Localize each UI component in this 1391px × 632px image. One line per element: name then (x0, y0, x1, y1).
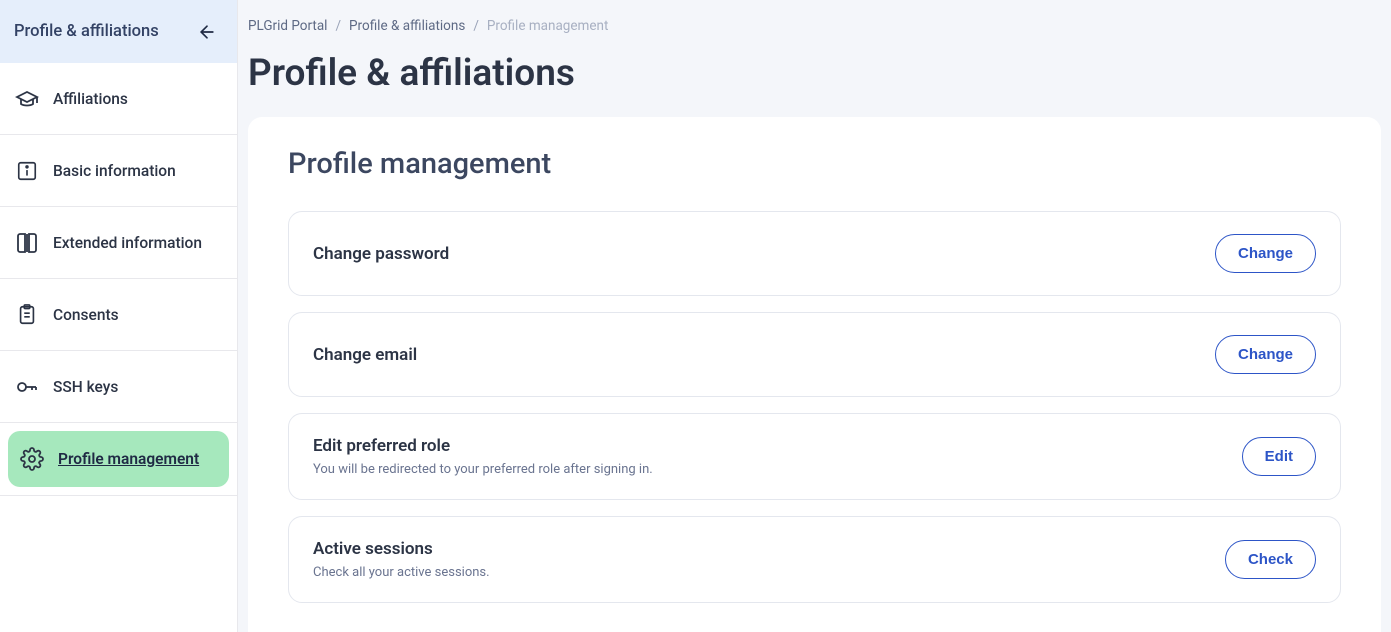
book-icon (15, 231, 39, 255)
setting-title: Change email (313, 345, 417, 365)
sidebar: Profile & affiliations Affiliations Basi… (0, 0, 238, 632)
sidebar-item-extended-information[interactable]: Extended information (0, 207, 237, 279)
change-password-button[interactable]: Change (1215, 234, 1316, 273)
setting-title: Edit preferred role (313, 436, 653, 456)
sidebar-item-profile-management[interactable]: Profile management (0, 423, 237, 496)
sidebar-item-label: Affiliations (53, 90, 128, 108)
sidebar-header: Profile & affiliations (0, 0, 237, 63)
clipboard-icon (15, 303, 39, 327)
sidebar-item-affiliations[interactable]: Affiliations (0, 63, 237, 135)
edit-preferred-role-button[interactable]: Edit (1242, 437, 1316, 476)
sidebar-title: Profile & affiliations (14, 22, 159, 41)
profile-management-card: Profile management Change password Chang… (248, 117, 1381, 632)
breadcrumb-separator: / (335, 18, 341, 34)
sidebar-item-label: SSH keys (53, 378, 118, 396)
setting-title: Change password (313, 244, 449, 264)
check-sessions-button[interactable]: Check (1225, 540, 1316, 579)
info-icon (15, 159, 39, 183)
setting-change-password: Change password Change (288, 211, 1341, 296)
sidebar-item-label: Extended information (53, 234, 202, 252)
breadcrumb-separator: / (473, 18, 479, 34)
setting-change-email: Change email Change (288, 312, 1341, 397)
breadcrumb-root[interactable]: PLGrid Portal (248, 18, 327, 34)
breadcrumb: PLGrid Portal / Profile & affiliations /… (238, 0, 1391, 34)
sidebar-item-ssh-keys[interactable]: SSH keys (0, 351, 237, 423)
key-icon (15, 375, 39, 399)
sidebar-item-consents[interactable]: Consents (0, 279, 237, 351)
main-content: PLGrid Portal / Profile & affiliations /… (238, 0, 1391, 632)
breadcrumb-section[interactable]: Profile & affiliations (349, 18, 465, 34)
breadcrumb-current: Profile management (487, 18, 609, 34)
setting-description: Check all your active sessions. (313, 565, 490, 580)
card-title: Profile management (288, 147, 1341, 181)
setting-title: Active sessions (313, 539, 490, 559)
sidebar-item-label: Consents (53, 306, 119, 324)
sidebar-item-basic-information[interactable]: Basic information (0, 135, 237, 207)
back-arrow-icon[interactable] (191, 16, 223, 48)
change-email-button[interactable]: Change (1215, 335, 1316, 374)
page-title: Profile & affiliations (238, 34, 1391, 117)
sidebar-item-label: Profile management (58, 450, 199, 468)
setting-description: You will be redirected to your preferred… (313, 462, 653, 477)
setting-edit-preferred-role: Edit preferred role You will be redirect… (288, 413, 1341, 500)
setting-active-sessions: Active sessions Check all your active se… (288, 516, 1341, 603)
sidebar-item-label: Basic information (53, 162, 176, 180)
gear-icon (20, 447, 44, 471)
graduation-cap-icon (15, 87, 39, 111)
